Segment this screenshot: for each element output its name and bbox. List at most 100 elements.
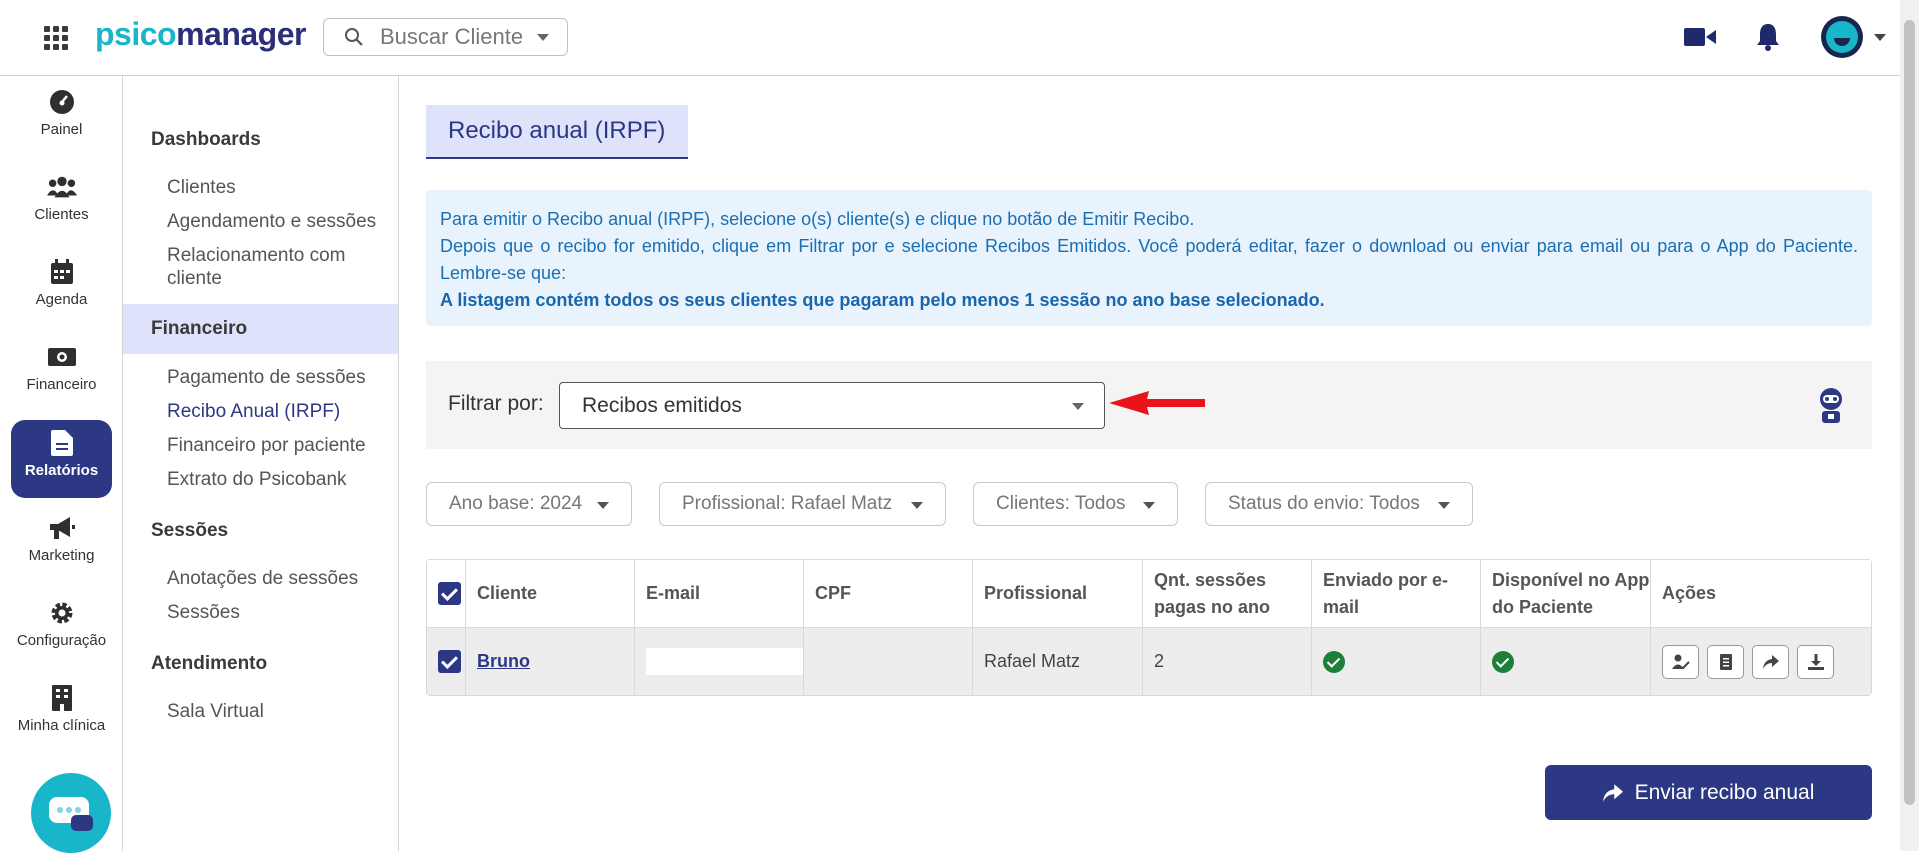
- row-checkbox[interactable]: [438, 650, 461, 673]
- header-enviado-email[interactable]: Enviado por e-mail: [1312, 560, 1481, 627]
- client-link[interactable]: Bruno: [477, 651, 530, 672]
- submenu-item-sessoes[interactable]: Sessões: [167, 601, 397, 624]
- receipts-table: Cliente E-mail CPF Profissional Qnt. ses…: [426, 559, 1872, 696]
- building-icon: [47, 683, 77, 713]
- search-icon: [345, 28, 363, 46]
- rail-label: Minha clínica: [17, 717, 106, 734]
- avatar-chevron-down-icon[interactable]: [1874, 34, 1886, 41]
- page-title: Recibo anual (IRPF): [426, 105, 688, 159]
- chevron-down-icon: [911, 502, 923, 509]
- page-scrollbar[interactable]: [1900, 0, 1919, 851]
- info-alert: Para emitir o Recibo anual (IRPF), selec…: [426, 190, 1872, 326]
- check-circle-icon: [1492, 650, 1514, 673]
- calendar-icon: [47, 257, 77, 287]
- search-client-select[interactable]: Buscar Cliente: [323, 18, 568, 56]
- header-qnt-sessoes[interactable]: Qnt. sessões pagas no ano: [1143, 560, 1312, 627]
- rail-item-minha-clinica[interactable]: Minha clínica: [11, 675, 112, 753]
- cell-qnt-sessoes: 2: [1143, 628, 1312, 695]
- info-bold-note: A listagem contém todos os seus clientes…: [440, 290, 1325, 310]
- submenu-item-anotacoes[interactable]: Anotações de sessões: [167, 567, 397, 590]
- report-icon: [47, 428, 77, 458]
- logo[interactable]: psicomanager: [95, 16, 306, 53]
- professional-filter-chip[interactable]: Profissional: Rafael Matz: [659, 482, 946, 526]
- rail-item-clientes[interactable]: Clientes: [11, 164, 112, 242]
- send-status-filter-chip[interactable]: Status do envio: Todos: [1205, 482, 1473, 526]
- download-receipt-button[interactable]: [1797, 644, 1834, 679]
- gear-icon: [47, 598, 77, 628]
- rail-item-painel[interactable]: Painel: [11, 79, 112, 157]
- rail-item-marketing[interactable]: Marketing: [11, 505, 112, 583]
- scrollbar-thumb[interactable]: [1904, 20, 1915, 805]
- chip-label: Profissional: Rafael Matz: [682, 493, 893, 514]
- section-financeiro[interactable]: Financeiro: [123, 304, 398, 354]
- submenu-item-agendamento[interactable]: Agendamento e sessões: [167, 210, 397, 233]
- submenu-item-clientes[interactable]: Clientes: [167, 176, 397, 199]
- rail-label: Configuração: [16, 632, 107, 649]
- cell-enviado-email: [1312, 628, 1481, 695]
- video-camera-icon[interactable]: [1684, 22, 1716, 57]
- rail-item-configuracao[interactable]: Configuração: [11, 590, 112, 668]
- rail-label: Agenda: [35, 291, 88, 308]
- year-filter-chip[interactable]: Ano base: 2024: [426, 482, 632, 526]
- cell-disponivel-app: [1481, 628, 1651, 695]
- filter-select[interactable]: Recibos emitidos: [559, 382, 1105, 429]
- cell-acoes: [1651, 628, 1871, 695]
- submenu-item-relacionamento[interactable]: Relacionamento com cliente: [167, 244, 397, 290]
- submenu-item-financeiro-paciente[interactable]: Financeiro por paciente: [167, 434, 397, 457]
- rail-item-financeiro[interactable]: Financeiro: [11, 334, 112, 412]
- red-arrow-annotation-icon: [1109, 391, 1205, 415]
- submenu-item-recibo-anual[interactable]: Recibo Anual (IRPF): [167, 400, 397, 423]
- header-profissional[interactable]: Profissional: [973, 560, 1143, 627]
- header-acoes: Ações: [1662, 583, 1717, 603]
- notification-bell-icon[interactable]: [1756, 22, 1780, 57]
- assistant-robot-icon[interactable]: [1813, 386, 1849, 424]
- apps-grid-icon[interactable]: [44, 26, 68, 50]
- info-line-2: Depois que o recibo for emitido, clique …: [440, 236, 1858, 283]
- chevron-down-icon: [597, 502, 609, 509]
- header-email[interactable]: E-mail: [635, 560, 804, 627]
- send-annual-receipt-button[interactable]: Enviar recibo anual: [1545, 765, 1872, 820]
- table-row: Bruno Rafael Matz 2: [427, 627, 1871, 695]
- select-all-checkbox[interactable]: [438, 582, 461, 605]
- main-navigation-rail: Painel Clientes Agenda Financeiro Relató…: [0, 76, 123, 853]
- info-line-1: Para emitir o Recibo anual (IRPF), selec…: [440, 209, 1195, 229]
- clients-filter-chip[interactable]: Clientes: Todos: [973, 482, 1178, 526]
- document-icon: [1719, 653, 1732, 670]
- header-cpf[interactable]: CPF: [804, 560, 973, 627]
- user-avatar[interactable]: [1821, 16, 1863, 58]
- rail-item-relatorios[interactable]: Relatórios: [11, 420, 112, 498]
- chevron-down-icon: [1143, 502, 1155, 509]
- download-icon: [1807, 653, 1824, 670]
- reports-submenu: Dashboards Clientes Agendamento e sessõe…: [123, 76, 399, 851]
- rail-label: Marketing: [28, 547, 95, 564]
- header-disponivel-app[interactable]: Disponível no App do Paciente: [1481, 560, 1651, 627]
- share-receipt-button[interactable]: [1752, 644, 1789, 679]
- megaphone-icon: [47, 513, 77, 543]
- row-select-cell: [427, 628, 466, 695]
- rail-label: Painel: [40, 121, 83, 138]
- header-cliente[interactable]: Cliente: [466, 560, 635, 627]
- chat-bubble-icon: [49, 797, 93, 831]
- section-sessoes[interactable]: Sessões: [151, 520, 228, 542]
- section-atendimento[interactable]: Atendimento: [151, 653, 267, 675]
- edit-receipt-button[interactable]: [1662, 644, 1699, 679]
- submenu-item-extrato[interactable]: Extrato do Psicobank: [167, 468, 397, 491]
- money-icon: [47, 342, 77, 372]
- rail-label: Clientes: [34, 206, 89, 223]
- check-circle-icon: [1323, 650, 1345, 673]
- submenu-item-sala-virtual[interactable]: Sala Virtual: [167, 700, 397, 723]
- cell-profissional: Rafael Matz: [973, 628, 1143, 695]
- chevron-down-icon: [1438, 502, 1450, 509]
- share-arrow-icon: [1762, 654, 1779, 669]
- cell-email: [635, 628, 804, 695]
- submenu-item-pagamento[interactable]: Pagamento de sessões: [167, 366, 397, 389]
- redacted-email: [646, 648, 803, 675]
- user-edit-icon: [1671, 654, 1690, 669]
- logo-part-psico: psico: [95, 16, 177, 52]
- view-receipt-button[interactable]: [1707, 644, 1744, 679]
- chat-support-button[interactable]: [31, 773, 111, 853]
- section-dashboards[interactable]: Dashboards: [151, 129, 261, 151]
- chevron-down-icon: [537, 33, 550, 41]
- rail-item-agenda[interactable]: Agenda: [11, 249, 112, 327]
- rail-label: Relatórios: [24, 462, 99, 479]
